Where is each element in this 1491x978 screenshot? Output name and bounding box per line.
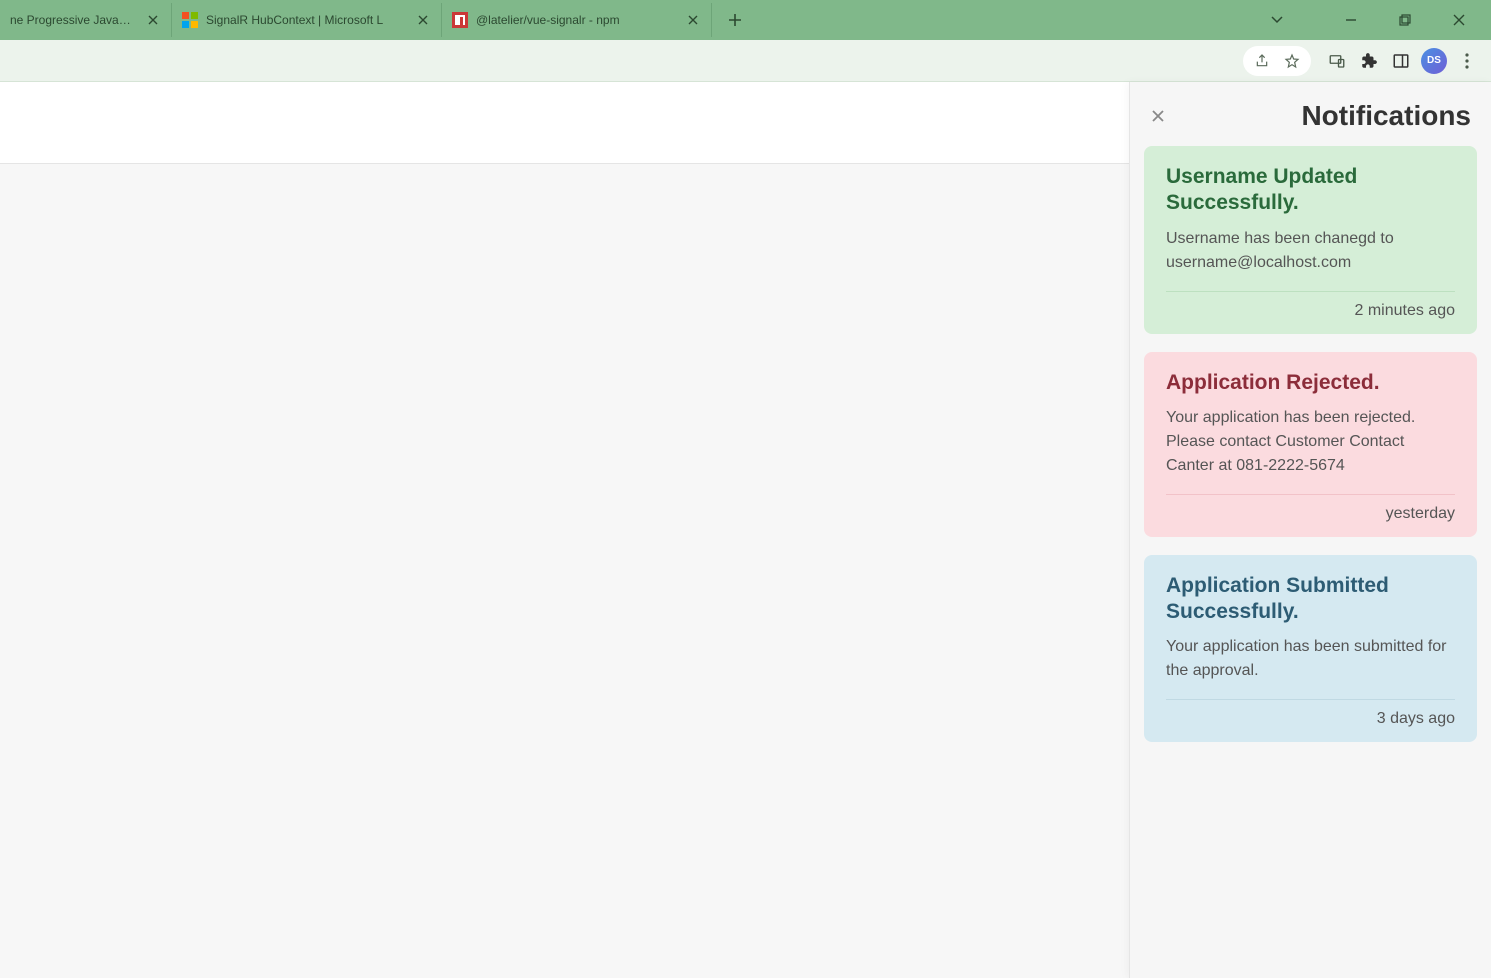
tab-title: SignalR HubContext | Microsoft L [206, 13, 407, 27]
divider [1166, 494, 1455, 495]
sidepanel-icon[interactable] [1385, 45, 1417, 77]
browser-tab-strip: ne Progressive JavaScrip SignalR HubCont… [0, 0, 1491, 40]
menu-icon[interactable] [1451, 45, 1483, 77]
notification-card[interactable]: Username Updated Successfully. Username … [1144, 146, 1477, 334]
responsive-icon[interactable] [1321, 45, 1353, 77]
notification-body: Username has been chanegd to username@lo… [1166, 227, 1455, 275]
star-icon[interactable] [1279, 48, 1305, 74]
browser-tab-1[interactable]: ne Progressive JavaScrip [0, 3, 172, 37]
close-window-button[interactable] [1447, 8, 1471, 32]
extensions-icon[interactable] [1353, 45, 1385, 77]
notifications-panel: Notifications Username Updated Successfu… [1129, 82, 1491, 978]
notification-title: Application Rejected. [1166, 370, 1455, 396]
window-controls [1265, 8, 1491, 32]
browser-toolbar: DS [0, 40, 1491, 82]
new-tab-button[interactable] [720, 5, 750, 35]
notification-time: yesterday [1166, 505, 1455, 523]
profile-avatar[interactable]: DS [1421, 48, 1447, 74]
notification-card[interactable]: Application Rejected. Your application h… [1144, 352, 1477, 537]
notifications-panel-header: Notifications [1130, 82, 1491, 140]
address-bar-actions [1243, 46, 1311, 76]
npm-icon [452, 12, 468, 28]
close-icon[interactable] [685, 12, 701, 28]
close-icon[interactable] [1148, 106, 1168, 126]
close-icon[interactable] [145, 12, 161, 28]
notifications-list: Username Updated Successfully. Username … [1130, 140, 1491, 762]
divider [1166, 291, 1455, 292]
notification-body: Your application has been submitted for … [1166, 635, 1455, 683]
notification-time: 3 days ago [1166, 710, 1455, 728]
page-content: Notifications Username Updated Successfu… [0, 82, 1491, 978]
maximize-button[interactable] [1393, 8, 1417, 32]
tab-search-icon[interactable] [1265, 8, 1289, 32]
browser-tab-3[interactable]: @latelier/vue-signalr - npm [442, 3, 712, 37]
share-icon[interactable] [1249, 48, 1275, 74]
notification-time: 2 minutes ago [1166, 302, 1455, 320]
divider [1166, 699, 1455, 700]
tab-title: @latelier/vue-signalr - npm [476, 13, 677, 27]
notification-title: Application Submitted Successfully. [1166, 573, 1455, 626]
notification-title: Username Updated Successfully. [1166, 164, 1455, 217]
notification-body: Your application has been rejected. Plea… [1166, 406, 1455, 478]
microsoft-icon [182, 12, 198, 28]
tab-title: ne Progressive JavaScrip [10, 13, 137, 27]
browser-tab-2[interactable]: SignalR HubContext | Microsoft L [172, 3, 442, 37]
notification-card[interactable]: Application Submitted Successfully. Your… [1144, 555, 1477, 743]
close-icon[interactable] [415, 12, 431, 28]
notifications-title: Notifications [1168, 100, 1471, 132]
minimize-button[interactable] [1339, 8, 1363, 32]
